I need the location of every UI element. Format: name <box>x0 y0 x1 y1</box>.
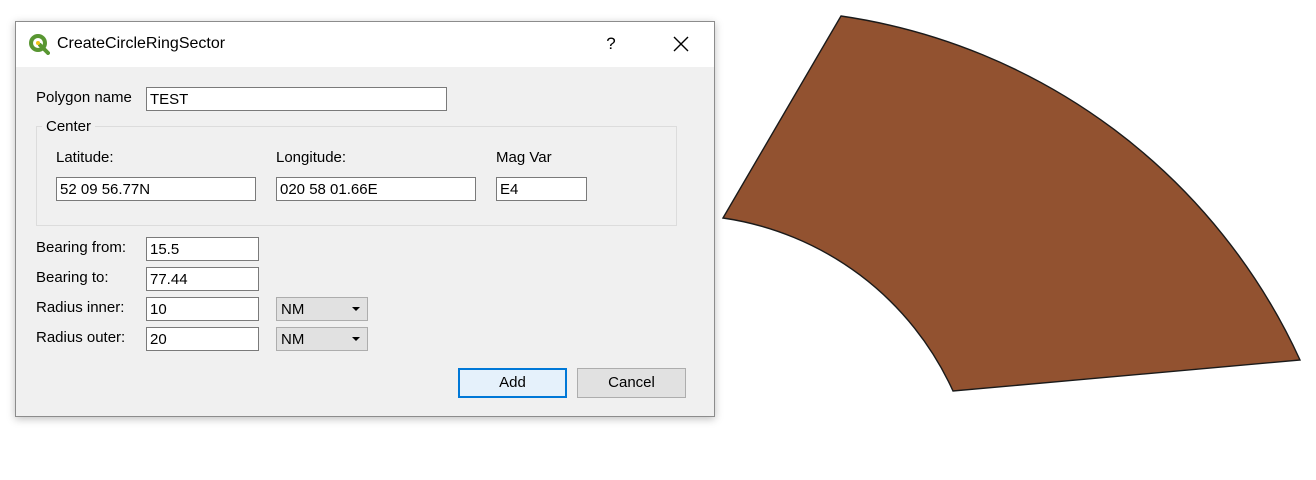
ring-sector-polygon[interactable] <box>721 15 1302 392</box>
map-canvas <box>721 15 1302 392</box>
